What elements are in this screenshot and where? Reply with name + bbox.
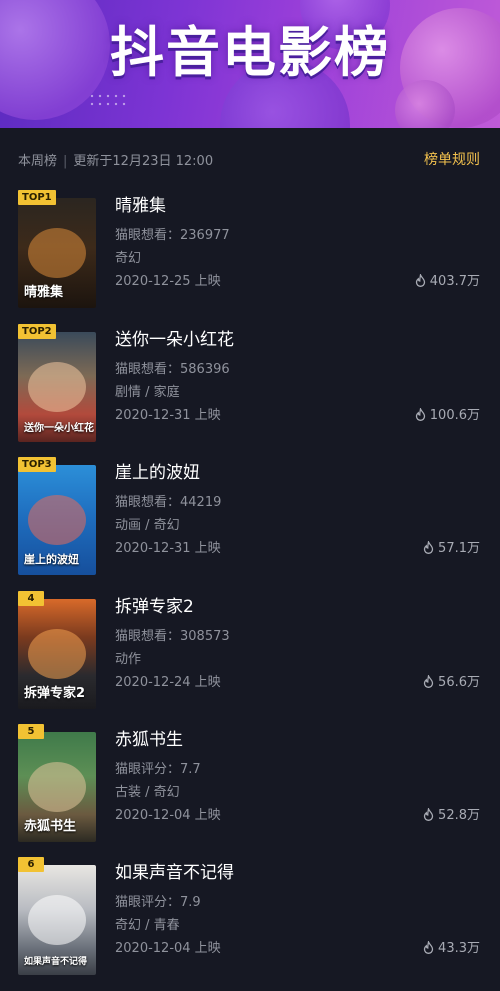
movie-genre: 古装 / 奇幻: [115, 785, 180, 800]
movie-poster[interactable]: 如果声音不记得: [18, 865, 96, 975]
rank-badge: TOP2: [18, 324, 56, 339]
movie-genre: 奇幻 / 青春: [115, 918, 180, 933]
release-date: 2020-12-25 上映: [115, 274, 221, 289]
movie-metric: 猫眼想看：236977: [115, 228, 230, 243]
rules-link[interactable]: 榜单规则: [424, 149, 480, 169]
movie-title[interactable]: 如果声音不记得: [115, 858, 234, 883]
banner-title: 抖音电影榜: [110, 21, 390, 84]
movie-genre: 动画 / 奇幻: [115, 518, 180, 533]
movie-poster[interactable]: 拆弹专家2: [18, 599, 96, 709]
decor-dots: [88, 92, 128, 108]
movie-genre: 奇幻: [115, 251, 142, 266]
heat-value: 56.6万: [423, 671, 480, 690]
heat-number: 52.8万: [438, 808, 480, 823]
heat-number: 100.6万: [429, 408, 480, 423]
poster-title: 如果声音不记得: [24, 957, 88, 967]
banner: 抖音电影榜: [0, 0, 500, 128]
movie-genre: 剧情 / 家庭: [115, 385, 180, 400]
flame-icon: [415, 274, 425, 287]
poster-title: 拆弹专家2: [24, 686, 86, 701]
movie-row[interactable]: 晴雅集 TOP1 晴雅集 猫眼想看：236977 奇幻 2020-12-25 上…: [0, 190, 500, 324]
heat-value: 100.6万: [415, 404, 480, 423]
movie-row[interactable]: 送你一朵小红花 TOP2 送你一朵小红花 猫眼想看：586396 剧情 / 家庭…: [0, 324, 500, 458]
movie-title[interactable]: 崖上的波妞: [115, 458, 200, 483]
flame-icon: [423, 941, 434, 954]
poster-title: 晴雅集: [24, 285, 64, 300]
release-date: 2020-12-04 上映: [115, 808, 221, 823]
movie-title[interactable]: 晴雅集: [115, 191, 166, 216]
release-date: 2020-12-04 上映: [115, 941, 221, 956]
release-date: 2020-12-31 上映: [115, 541, 221, 556]
rank-badge: 5: [18, 724, 44, 739]
movie-title[interactable]: 拆弹专家2: [115, 592, 194, 617]
separator: |: [63, 154, 68, 169]
info-bar: 本周榜 | 更新于12月23日 12:00 榜单规则: [0, 128, 500, 186]
heat-number: 57.1万: [438, 541, 480, 556]
period-label: 本周榜: [18, 154, 58, 169]
rank-badge: 6: [18, 857, 44, 872]
rank-badge: 4: [18, 591, 44, 606]
poster-title: 送你一朵小红花: [24, 423, 94, 434]
heat-value: 43.3万: [423, 937, 480, 956]
movie-row[interactable]: 拆弹专家2 4 拆弹专家2 猫眼想看：308573 动作 2020-12-24 …: [0, 591, 500, 725]
release-date: 2020-12-24 上映: [115, 675, 221, 690]
flame-icon: [423, 808, 434, 821]
rank-badge: TOP3: [18, 457, 56, 472]
release-date: 2020-12-31 上映: [115, 408, 221, 423]
movie-genre: 动作: [115, 652, 142, 667]
movie-row[interactable]: 赤狐书生 5 赤狐书生 猫眼评分：7.7 古装 / 奇幻 2020-12-04 …: [0, 724, 500, 858]
movie-poster[interactable]: 送你一朵小红花: [18, 332, 96, 442]
movie-poster[interactable]: 晴雅集: [18, 198, 96, 308]
movie-metric: 猫眼想看：44219: [115, 495, 222, 510]
heat-number: 403.7万: [429, 274, 480, 289]
movie-title[interactable]: 送你一朵小红花: [115, 325, 234, 350]
movie-metric: 猫眼评分：7.9: [115, 895, 201, 910]
poster-title: 赤狐书生: [24, 819, 77, 834]
heat-value: 52.8万: [423, 804, 480, 823]
movie-title[interactable]: 赤狐书生: [115, 725, 183, 750]
heat-number: 43.3万: [438, 941, 480, 956]
flame-icon: [415, 408, 425, 421]
movie-poster[interactable]: 崖上的波妞: [18, 465, 96, 575]
rank-badge: TOP1: [18, 190, 56, 205]
movie-row[interactable]: 崖上的波妞 TOP3 崖上的波妞 猫眼想看：44219 动画 / 奇幻 2020…: [0, 457, 500, 591]
flame-icon: [423, 675, 434, 688]
movie-poster[interactable]: 赤狐书生: [18, 732, 96, 842]
update-time: 更新于12月23日 12:00: [73, 154, 214, 169]
movie-row[interactable]: 如果声音不记得 6 如果声音不记得 猫眼评分：7.9 奇幻 / 青春 2020-…: [0, 857, 500, 991]
movie-metric: 猫眼评分：7.7: [115, 762, 201, 777]
heat-value: 57.1万: [423, 537, 480, 556]
movie-metric: 猫眼想看：586396: [115, 362, 230, 377]
heat-number: 56.6万: [438, 675, 480, 690]
flame-icon: [423, 541, 434, 554]
movie-metric: 猫眼想看：308573: [115, 629, 230, 644]
heat-value: 403.7万: [415, 270, 480, 289]
poster-title: 崖上的波妞: [24, 553, 79, 566]
chart-period: 本周榜 | 更新于12月23日 12:00: [18, 150, 213, 169]
